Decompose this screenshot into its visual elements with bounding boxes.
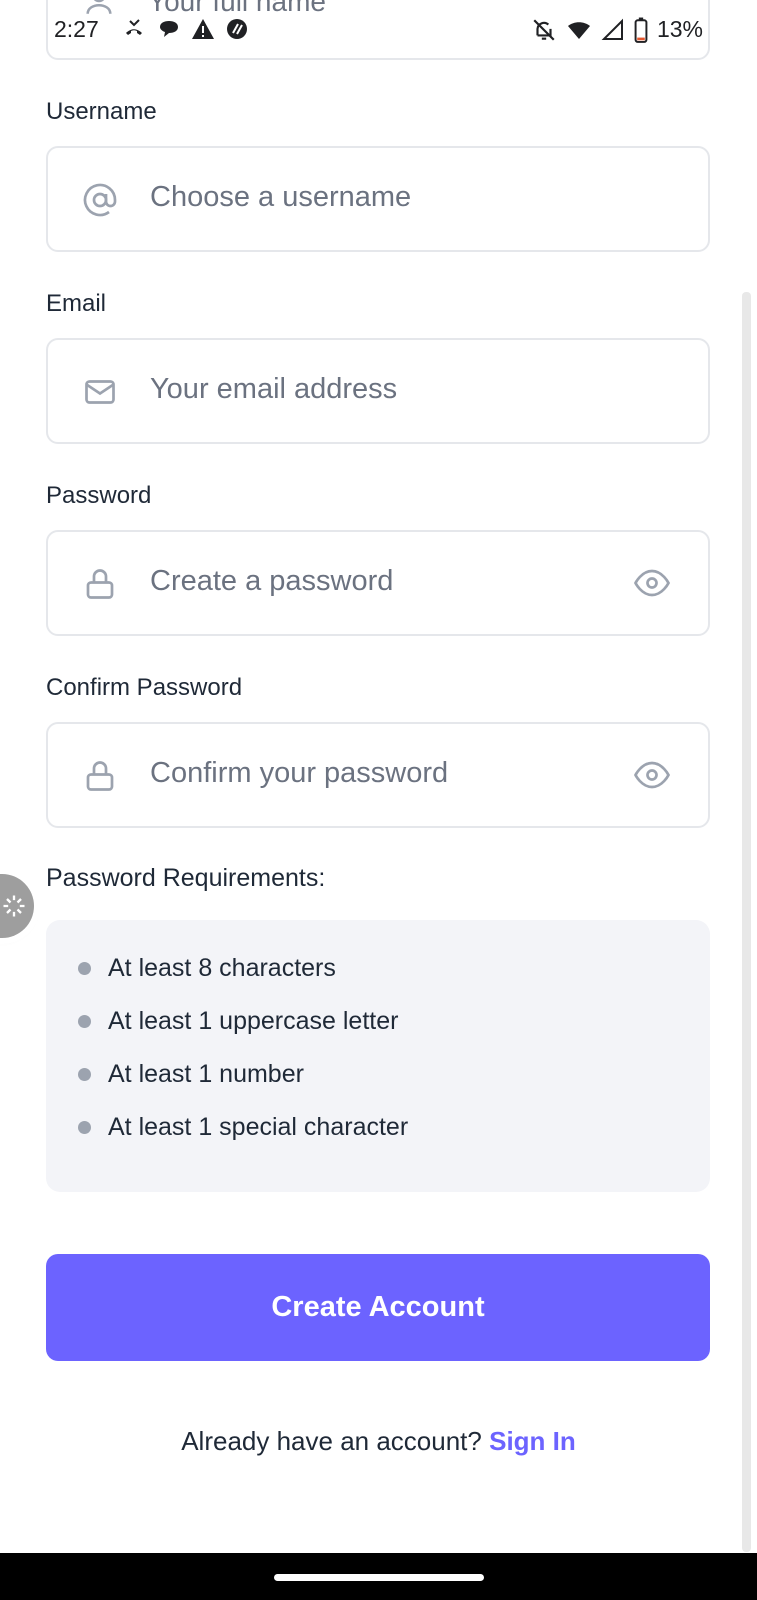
- signin-prompt: Already have an account? Sign In: [0, 1426, 757, 1457]
- floating-assistant-handle[interactable]: [0, 874, 34, 938]
- password-placeholder: Create a password: [150, 565, 394, 597]
- lock-icon: [82, 758, 118, 794]
- mail-icon: [82, 374, 118, 410]
- username-label: Username: [46, 98, 157, 125]
- battery-icon: [634, 17, 648, 43]
- username-placeholder: Choose a username: [150, 181, 412, 213]
- password-label: Password: [46, 482, 152, 509]
- bullet-icon: [78, 1068, 91, 1081]
- requirement-text: At least 8 characters: [108, 954, 336, 982]
- signal-icon: [601, 18, 623, 40]
- requirement-text: At least 1 number: [108, 1060, 304, 1088]
- email-input[interactable]: Your email address: [46, 338, 710, 444]
- password-input[interactable]: Create a password: [46, 530, 710, 636]
- show-password-eye-icon[interactable]: [633, 568, 671, 598]
- missed-call-icon: [126, 19, 142, 35]
- sign-in-link[interactable]: Sign In: [489, 1426, 576, 1456]
- email-label: Email: [46, 290, 107, 317]
- password-requirements-title: Password Requirements:: [46, 864, 326, 892]
- register-screen: Your full name 2:27 13% Username Choose …: [0, 0, 757, 1600]
- app-notification-icon: [227, 19, 247, 39]
- sparkle-icon: [3, 895, 25, 917]
- email-placeholder: Your email address: [150, 373, 398, 405]
- bullet-icon: [78, 1015, 91, 1028]
- status-bar: 2:27 13%: [0, 0, 757, 60]
- status-system-icons: 13%: [531, 16, 703, 43]
- confirm-password-placeholder: Confirm your password: [150, 757, 449, 789]
- requirement-text: At least 1 uppercase letter: [108, 1007, 399, 1035]
- status-time: 2:27: [54, 16, 99, 42]
- requirement-item: At least 1 number: [78, 1060, 304, 1089]
- signin-prompt-text: Already have an account?: [181, 1426, 482, 1456]
- requirement-item: At least 1 special character: [78, 1113, 408, 1142]
- mute-icon: [533, 18, 555, 41]
- bullet-icon: [78, 962, 91, 975]
- create-account-button[interactable]: Create Account: [46, 1254, 710, 1361]
- wifi-icon: [567, 21, 590, 39]
- confirm-password-input[interactable]: Confirm your password: [46, 722, 710, 828]
- requirement-item: At least 1 uppercase letter: [78, 1007, 398, 1036]
- requirement-text: At least 1 special character: [108, 1113, 409, 1141]
- show-confirm-password-eye-icon[interactable]: [633, 760, 671, 790]
- navigation-bar: [0, 1553, 757, 1600]
- username-input[interactable]: Choose a username: [46, 146, 710, 252]
- password-requirements-box: At least 8 characters At least 1 upperca…: [46, 920, 710, 1192]
- requirement-item: At least 8 characters: [78, 954, 336, 983]
- warning-icon: [192, 19, 214, 39]
- at-icon: [82, 182, 118, 218]
- lock-icon: [82, 566, 118, 602]
- battery-percentage: 13%: [656, 16, 703, 42]
- scrollbar[interactable]: [742, 292, 751, 1552]
- status-notification-icons: [120, 17, 250, 41]
- confirm-password-label: Confirm Password: [46, 674, 243, 701]
- home-indicator[interactable]: [274, 1574, 484, 1581]
- bullet-icon: [78, 1121, 91, 1134]
- chat-icon: [160, 21, 178, 37]
